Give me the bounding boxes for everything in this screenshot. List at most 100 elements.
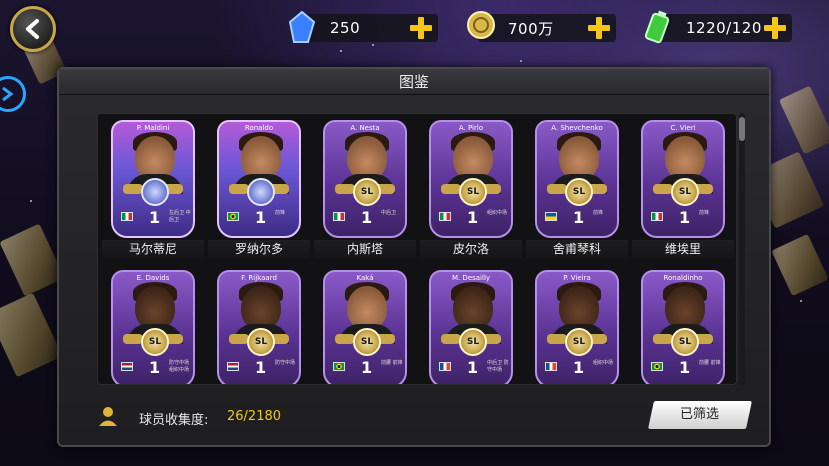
badge-wing-left (441, 184, 461, 194)
add-stamina-button[interactable] (764, 17, 786, 39)
sl-emblem-icon: SL (671, 328, 699, 356)
player-card-cell[interactable]: P. Maldini 1 左后卫 中后卫马尔蒂尼 (102, 120, 204, 260)
player-card-cell[interactable]: Ronaldinho SL 1 前腰 前锋 (632, 270, 734, 384)
filter-button-label: 已筛选 (680, 407, 720, 422)
player-card-cell[interactable]: A. Pirlo SL 1 组织中场 皮尔洛 (420, 120, 522, 260)
gems-counter: 250 (288, 10, 438, 43)
side-expand-button[interactable] (0, 76, 26, 112)
badge-wing-left (441, 334, 461, 344)
card-rating: 1 (679, 358, 691, 377)
player-card-cell[interactable]: M. Desailly SL 1 中后卫 防守中场 (420, 270, 522, 384)
sl-emblem-icon: SL (459, 328, 487, 356)
player-card[interactable]: A. Shevchenko SL 1 前锋 (535, 120, 619, 238)
sl-emblem-icon: SL (459, 178, 487, 206)
player-card-cell[interactable]: F. Rijkaard SL 1 防守中场 (208, 270, 310, 384)
player-card[interactable]: P. Maldini 1 左后卫 中后卫 (111, 120, 195, 238)
card-position: 前腰 前锋 (699, 360, 721, 366)
card-player-name: C. Vieri (670, 124, 696, 132)
stamina-value: 1220/120 (686, 19, 762, 37)
player-card-cell[interactable]: E. Davids SL 1 防守中场 组织中场 (102, 270, 204, 384)
brazil-flag-icon (333, 362, 345, 371)
player-card[interactable]: E. Davids SL 1 防守中场 组织中场 (111, 270, 195, 384)
badge-wing-left (335, 184, 355, 194)
card-rating: 1 (255, 208, 267, 227)
player-card-cell[interactable]: P. Vieira SL 1 组织中场 (526, 270, 628, 384)
player-card[interactable]: A. Pirlo SL 1 组织中场 (429, 120, 513, 238)
card-rating: 1 (467, 208, 479, 227)
card-rating: 1 (361, 358, 373, 377)
card-player-name: P. Maldini (136, 124, 170, 132)
player-card[interactable]: A. Nesta SL 1 中后卫 (323, 120, 407, 238)
player-card[interactable]: M. Desailly SL 1 中后卫 防守中场 (429, 270, 513, 384)
card-position: 组织中场 (593, 360, 614, 366)
card-position: 前锋 (699, 210, 710, 216)
player-card[interactable]: Ronaldo 1 前锋 (217, 120, 301, 238)
card-grid[interactable]: P. Maldini 1 左后卫 中后卫马尔蒂尼 Ronaldo 1 前锋罗纳尔多 A. N… (97, 113, 737, 385)
badge-wing-left (229, 334, 249, 344)
gems-value: 250 (330, 19, 361, 37)
card-position: 中后卫 (381, 210, 397, 216)
player-cn-name: 维埃里 (632, 240, 734, 258)
collection-value: 26/2180 (227, 409, 282, 424)
ukraine-flag-icon (545, 212, 557, 221)
add-coins-button[interactable] (588, 17, 610, 39)
brazil-flag-icon (227, 212, 239, 221)
back-button[interactable] (10, 6, 56, 52)
player-card-cell[interactable]: C. Vieri SL 1 前锋维埃里 (632, 120, 734, 260)
card-rating: 1 (361, 208, 373, 227)
badge-wing-left (653, 334, 673, 344)
player-card[interactable]: Ronaldinho SL 1 前腰 前锋 (641, 270, 725, 384)
card-position: 防守中场 (275, 360, 296, 366)
filter-button[interactable]: 已筛选 (648, 401, 752, 429)
player-card-cell[interactable]: Ronaldo 1 前锋 罗纳尔多 (208, 120, 310, 260)
card-player-name: Ronaldo (244, 124, 274, 132)
card-position: 前锋 (593, 210, 604, 216)
badge-wing-left (653, 184, 673, 194)
player-cn-name: 舍甫琴科 (526, 240, 628, 258)
card-player-name: P. Vieira (563, 274, 591, 282)
card-rating: 1 (149, 358, 161, 377)
card-position: 前腰 前锋 (381, 360, 403, 366)
brazil-flag-icon (651, 362, 663, 371)
card-player-name: A. Pirlo (458, 124, 484, 132)
italy-flag-icon (333, 212, 345, 221)
scrollbar[interactable] (739, 113, 745, 385)
card-rating: 1 (573, 208, 585, 227)
arrow-right-icon (2, 86, 14, 102)
card-rating: 1 (573, 358, 585, 377)
player-card[interactable]: F. Rijkaard SL 1 防守中场 (217, 270, 301, 384)
sl-emblem-icon: SL (565, 328, 593, 356)
player-cn-name: 内斯塔 (314, 240, 416, 258)
card-player-name: Ronaldinho (663, 274, 703, 282)
france-flag-icon (545, 362, 557, 371)
player-card-cell[interactable]: Kaká SL 1 前腰 前锋 (314, 270, 416, 384)
scroll-thumb[interactable] (739, 117, 745, 141)
collection-panel: 图鉴 P. Maldini 1 左后卫 中后卫马尔蒂尼 Ronaldo 1 前锋罗纳尔多 A… (57, 67, 771, 447)
player-card[interactable]: P. Vieira SL 1 组织中场 (535, 270, 619, 384)
italy-flag-icon (651, 212, 663, 221)
player-card-cell[interactable]: A. Shevchenko SL 1 前锋 舍甫琴科 (526, 120, 628, 260)
badge-wing-left (229, 184, 249, 194)
card-player-name: E. Davids (136, 274, 170, 282)
card-rating: 1 (467, 358, 479, 377)
badge-wing-left (547, 334, 567, 344)
player-card[interactable]: C. Vieri SL 1 前锋 (641, 120, 725, 238)
chevron-left-icon (26, 19, 39, 39)
sl-emblem-icon: SL (141, 328, 169, 356)
player-cn-name: 罗纳尔多 (208, 240, 310, 258)
card-player-name: A. Nesta (350, 124, 380, 132)
collection-label: 球员收集度: (139, 413, 209, 428)
player-card[interactable]: Kaká SL 1 前腰 前锋 (323, 270, 407, 384)
panel-title: 图鉴 (59, 69, 769, 95)
italy-flag-icon (439, 212, 451, 221)
badge-wing-left (123, 334, 143, 344)
sl-emblem-icon: SL (247, 328, 275, 356)
card-position: 中后卫 防守中场 (487, 360, 509, 373)
france-flag-icon (439, 362, 451, 371)
card-rating: 1 (255, 358, 267, 377)
card-position: 组织中场 (487, 210, 508, 216)
player-card-cell[interactable]: A. Nesta SL 1 中后卫 内斯塔 (314, 120, 416, 260)
add-gems-button[interactable] (410, 17, 432, 39)
player-cn-name: 马尔蒂尼 (102, 240, 204, 258)
sl-emblem-icon: SL (353, 328, 381, 356)
